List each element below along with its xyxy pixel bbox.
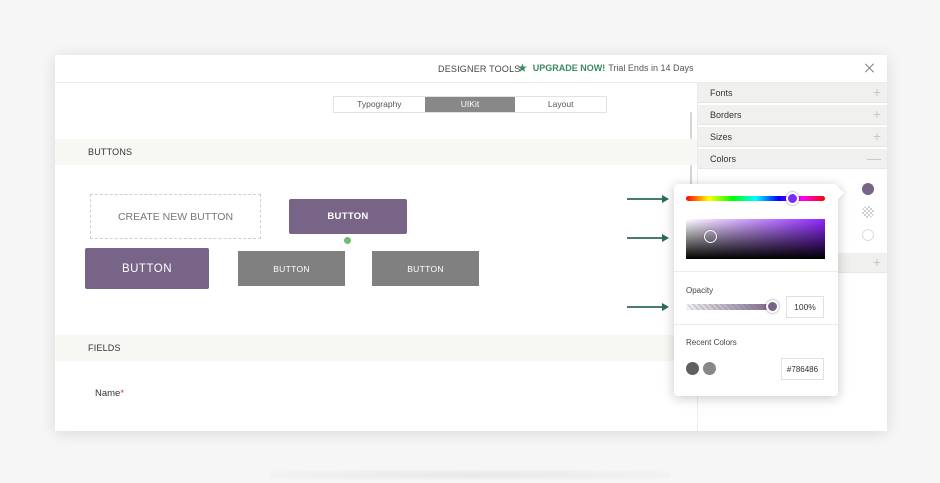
minus-icon: —: [867, 150, 881, 166]
buttons-section-header: BUTTONS: [55, 139, 697, 165]
fields-section-title: FIELDS: [88, 343, 121, 353]
window-shadow: [270, 470, 670, 480]
upgrade-now-link[interactable]: UPGRADE NOW!: [533, 63, 606, 73]
upgrade-banner[interactable]: ★ UPGRADE NOW! Trial Ends in 14 Days: [517, 62, 693, 74]
gray-button-2[interactable]: BUTTON: [372, 251, 479, 286]
purple-button-large[interactable]: BUTTON: [85, 248, 209, 289]
purple-button-small[interactable]: BUTTON: [289, 199, 407, 234]
hue-slider-handle[interactable]: [786, 192, 799, 205]
divider: [674, 324, 838, 325]
fields-section-header: FIELDS: [55, 335, 697, 361]
close-icon[interactable]: [864, 62, 876, 74]
plus-icon: +: [872, 254, 881, 270]
buttons-section-title: BUTTONS: [88, 147, 133, 157]
plus-icon: +: [872, 84, 881, 100]
name-field-label: Name*: [95, 388, 124, 399]
plus-icon: +: [872, 106, 881, 122]
divider: [674, 271, 838, 272]
opacity-input[interactable]: [786, 296, 824, 318]
gray-button-1[interactable]: BUTTON: [238, 251, 345, 286]
panel-row-fonts[interactable]: Fonts +: [698, 83, 887, 103]
color-swatch-transparent[interactable]: [862, 206, 874, 218]
tab-bar: Typography UIKit Layout: [333, 96, 607, 113]
trial-text: Trial Ends in 14 Days: [608, 63, 694, 73]
tab-uikit[interactable]: UIKit: [424, 97, 516, 112]
name-label-text: Name: [95, 388, 121, 399]
recent-color-gray[interactable]: [703, 362, 716, 375]
color-swatch-purple[interactable]: [862, 183, 874, 195]
pointer-arrow-icon: [627, 195, 669, 203]
pointer-arrow-icon: [627, 303, 669, 311]
top-bar: DESIGNER TOOLS ★ UPGRADE NOW! Trial Ends…: [55, 55, 887, 83]
pointer-arrow-icon: [627, 234, 669, 242]
hex-color-input[interactable]: [781, 358, 824, 380]
panel-row-sizes[interactable]: Sizes +: [698, 127, 887, 147]
panel-row-colors[interactable]: Colors —: [698, 149, 887, 169]
tab-typography[interactable]: Typography: [334, 97, 425, 112]
saturation-value-handle[interactable]: [704, 230, 717, 243]
hue-slider[interactable]: [686, 196, 825, 201]
panel-row-label: Fonts: [710, 88, 733, 98]
tab-layout[interactable]: Layout: [515, 97, 606, 112]
panel-row-label: Colors: [710, 154, 737, 164]
plus-icon: +: [872, 128, 881, 144]
app-title: DESIGNER TOOLS: [438, 64, 521, 74]
selection-indicator-dot: [344, 237, 351, 244]
create-new-button[interactable]: CREATE NEW BUTTON: [90, 194, 261, 239]
color-swatch-white[interactable]: [862, 229, 874, 241]
color-picker-popover: Opacity Recent Colors: [674, 184, 838, 396]
panel-row-label: Borders: [710, 110, 742, 120]
required-mark: *: [120, 388, 125, 399]
star-icon: ★: [517, 61, 528, 75]
panel-row-label: Sizes: [710, 132, 733, 142]
opacity-label: Opacity: [686, 286, 714, 295]
opacity-slider-handle[interactable]: [766, 300, 779, 313]
recent-color-dark-gray[interactable]: [686, 362, 699, 375]
opacity-slider[interactable]: [686, 304, 774, 310]
panel-row-borders[interactable]: Borders +: [698, 105, 887, 125]
recent-colors-label: Recent Colors: [686, 338, 737, 347]
